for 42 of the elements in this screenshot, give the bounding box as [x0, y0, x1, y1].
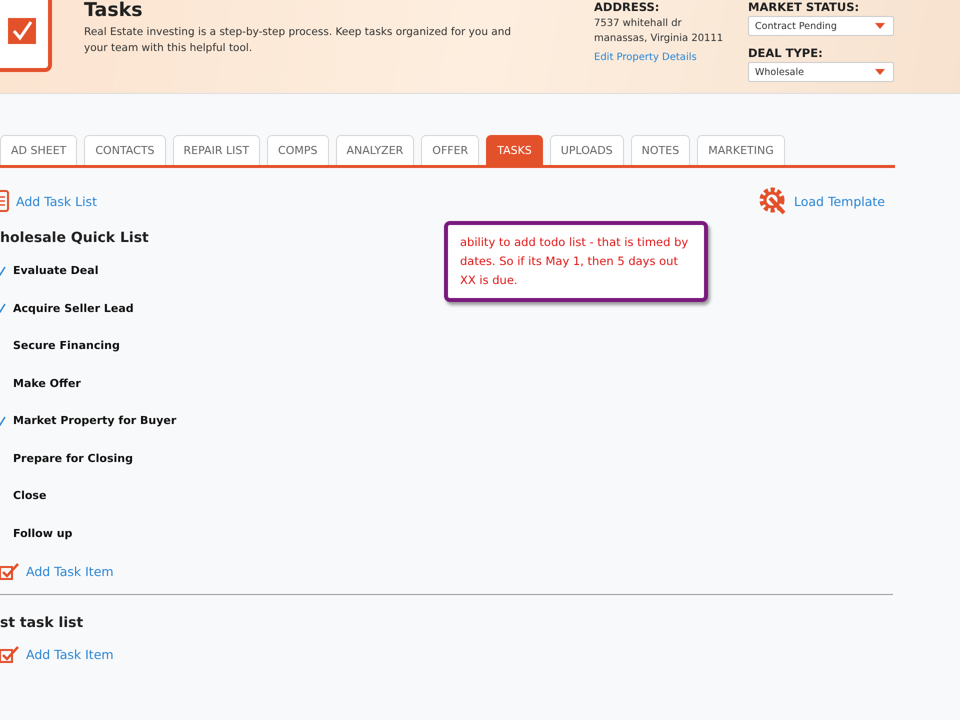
market-status-label: MARKET STATUS: — [748, 0, 860, 14]
task-item: Secure Financing — [13, 339, 120, 352]
caret-icon — [875, 23, 885, 29]
gear-wrench-icon — [758, 186, 788, 216]
address-line: manassas, Virginia 20111 — [594, 32, 724, 46]
tab[interactable]: COMPS — [267, 135, 328, 165]
market-status-select[interactable]: Contract Pending — [748, 16, 894, 36]
task-item: Acquire Seller Lead — [13, 302, 134, 315]
page-description: Real Estate investing is a step-by-step process. Keep tasks organized for you and your team with this helpful tool. — [84, 25, 512, 56]
address-label: ADDRESS: — [594, 0, 660, 14]
tab[interactable]: ANALYZER — [336, 135, 414, 165]
task-item: Market Property for Buyer — [13, 414, 176, 428]
tab[interactable]: NOTES — [630, 135, 690, 165]
page-title: Tasks — [84, 0, 144, 20]
tab[interactable]: CONTACTS — [84, 135, 166, 165]
annotation-note: ability to add todo list - that is timed by dates. So if its May 1, then 5 days out XX is due. — [444, 221, 708, 302]
task-item: Close — [13, 489, 46, 502]
deal-type-label: DEAL TYPE: — [748, 46, 824, 60]
task-item: Make Offer — [13, 376, 81, 390]
task-item: Follow up — [13, 526, 72, 540]
add-task-item-link[interactable]: Add Task Item — [0, 562, 960, 580]
load-template-link[interactable]: Load Template — [758, 186, 885, 216]
caret-icon — [875, 69, 885, 75]
deal-type-select[interactable]: Wholesale — [748, 62, 894, 82]
add-task-list-link[interactable]: Add Task List — [0, 190, 97, 212]
task-list-title: holesale Quick List — [0, 230, 149, 246]
tab[interactable]: TASKS — [486, 135, 543, 165]
address-line: 7537 whitehall dr — [594, 17, 683, 31]
tab[interactable]: REPAIR LIST — [172, 135, 260, 165]
list-icon — [0, 190, 10, 212]
add-task-item-link[interactable]: Add Task Item — [0, 645, 960, 663]
tab[interactable]: UPLOADS — [550, 135, 624, 165]
checkbox-check-icon — [0, 645, 20, 663]
checkbox-check-icon — [0, 562, 20, 580]
edit-property-link[interactable]: Edit Property Details — [594, 52, 697, 63]
tab[interactable]: MARKETING — [697, 135, 785, 165]
clipboard-check-icon — [0, 0, 52, 72]
task-item: Prepare for Closing — [13, 452, 133, 465]
tab[interactable]: AD SHEET — [0, 135, 78, 165]
tab[interactable]: OFFER — [421, 135, 480, 165]
task-item: Evaluate Deal — [13, 264, 98, 278]
task-list-title: st task list — [0, 615, 84, 631]
